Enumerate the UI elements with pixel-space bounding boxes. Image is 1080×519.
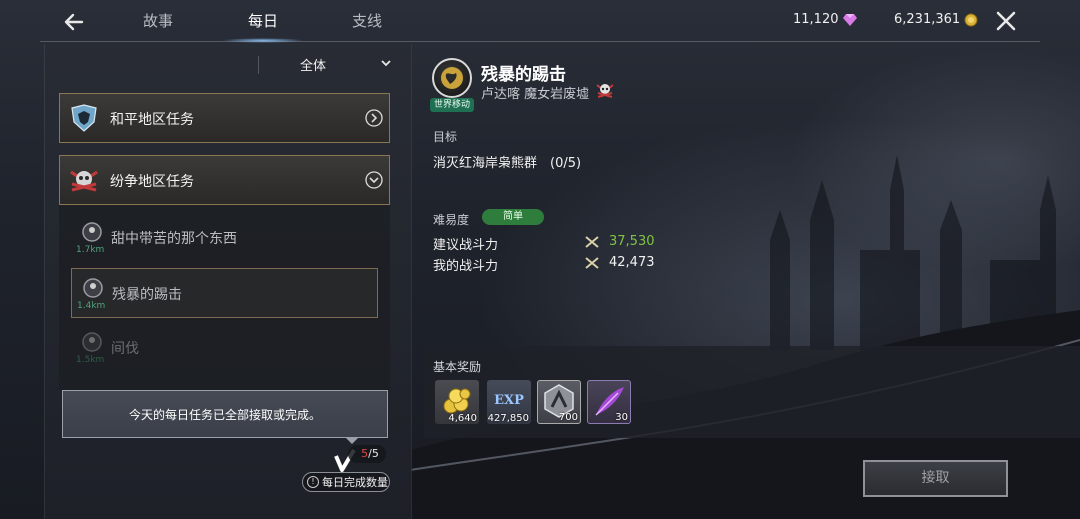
reward-amount: 30 (615, 412, 628, 423)
quest-item[interactable]: 1.7km 甜中带苦的那个东西 (71, 213, 378, 263)
daily-progress: 5/5 (334, 444, 386, 472)
crossed-swords-icon (585, 236, 599, 248)
objective-label: 目标 (433, 130, 458, 144)
world-move-button[interactable]: 世界移动 (430, 58, 474, 114)
objective-text: 消灭红海岸枭熊群 (0/5) (433, 156, 582, 171)
chevron-right-icon (365, 109, 383, 127)
header-divider (40, 41, 1040, 42)
reward-feather[interactable]: 30 (587, 380, 631, 424)
diamond-amount: 11,120 (793, 12, 839, 27)
recommended-power-label: 建议战斗力 (433, 238, 499, 253)
quest-name: 残暴的踢击 (112, 287, 182, 303)
recommended-power-value: 37,530 (609, 234, 655, 249)
daily-complete-notice: 今天的每日任务已全部接取或完成。 (62, 390, 388, 438)
quest-name: 甜中带苦的那个东西 (111, 231, 237, 247)
filter-dropdown[interactable]: 全体 (300, 55, 396, 75)
gold-balance: 6,231,361 (894, 12, 978, 27)
globe-emblem-icon (441, 67, 463, 89)
info-icon: ! (307, 476, 319, 488)
region-conflict-label: 纷争地区任务 (110, 174, 194, 190)
chevron-down-circle-icon (365, 171, 383, 189)
location-pin-icon (82, 332, 102, 352)
quest-item-selected[interactable]: 1.4km 残暴的踢击 (71, 268, 378, 318)
conflict-emblem-icon (70, 170, 98, 192)
location-pin-icon (83, 278, 103, 298)
reward-emblem[interactable]: 700 (537, 380, 581, 424)
daily-progress-count: 5/5 (348, 445, 386, 463)
close-button[interactable] (993, 8, 1019, 34)
back-arrow-icon (64, 13, 84, 31)
region-peace-label: 和平地区任务 (110, 112, 194, 128)
back-button[interactable] (58, 8, 90, 36)
accept-button[interactable]: 接取 (863, 460, 1008, 497)
top-bar: 故事 每日 支线 11,120 6,231,361 (0, 0, 1080, 44)
quest-distance: 1.4km (77, 301, 106, 311)
region-conflict[interactable]: 纷争地区任务 (59, 155, 390, 205)
gold-coin-icon (964, 13, 978, 26)
tab-side[interactable]: 支线 (352, 10, 382, 31)
reward-exp[interactable]: EXP 427,850 (487, 380, 531, 424)
quest-distance: 1.7km (76, 245, 105, 255)
reward-amount: 427,850 (487, 413, 529, 424)
diamond-balance: 11,120 (793, 12, 857, 27)
difficulty-label: 难易度 (433, 213, 470, 227)
gold-amount: 6,231,361 (894, 12, 961, 27)
globe-icon (432, 58, 472, 98)
rewards-label: 基本奖励 (433, 360, 482, 374)
close-icon (996, 11, 1016, 31)
tab-daily[interactable]: 每日 (248, 10, 278, 31)
region-peace[interactable]: 和平地区任务 (59, 93, 390, 143)
svg-text:EXP: EXP (494, 393, 524, 408)
daily-total-count: /5 (368, 447, 379, 460)
diamond-icon (842, 13, 857, 26)
chevron-down-icon (381, 60, 391, 67)
quest-distance: 1.5km (76, 355, 105, 365)
crossed-swords-icon (585, 257, 599, 269)
daily-count-label: 每日完成数量 (322, 476, 388, 489)
tab-story[interactable]: 故事 (143, 10, 173, 31)
my-power-label: 我的战斗力 (433, 259, 499, 274)
filter-value: 全体 (300, 59, 327, 74)
notice-pointer (345, 437, 359, 444)
quest-title: 残暴的踢击 (481, 65, 566, 85)
reward-gold[interactable]: 4,640 (435, 380, 479, 424)
difficulty-badge: 简单 (482, 209, 544, 225)
my-power-value: 42,473 (609, 255, 655, 270)
quest-location: 卢达喀 魔女岩废墟 (481, 87, 590, 102)
quest-item[interactable]: 1.5km 间伐 (71, 323, 378, 373)
filter-divider (258, 56, 259, 74)
location-pin-icon (82, 222, 102, 242)
world-move-label: 世界移动 (430, 98, 474, 112)
quest-name: 间伐 (111, 341, 139, 357)
reward-amount: 4,640 (448, 413, 477, 424)
daily-count-button[interactable]: ! 每日完成数量 (302, 472, 390, 492)
peace-emblem-icon (71, 104, 97, 132)
conflict-skull-icon (596, 84, 614, 98)
reward-amount: 700 (558, 412, 578, 423)
conflict-quest-list: 1.7km 甜中带苦的那个东西 1.4km 残暴的踢击 1.5km 间伐 (59, 205, 390, 390)
